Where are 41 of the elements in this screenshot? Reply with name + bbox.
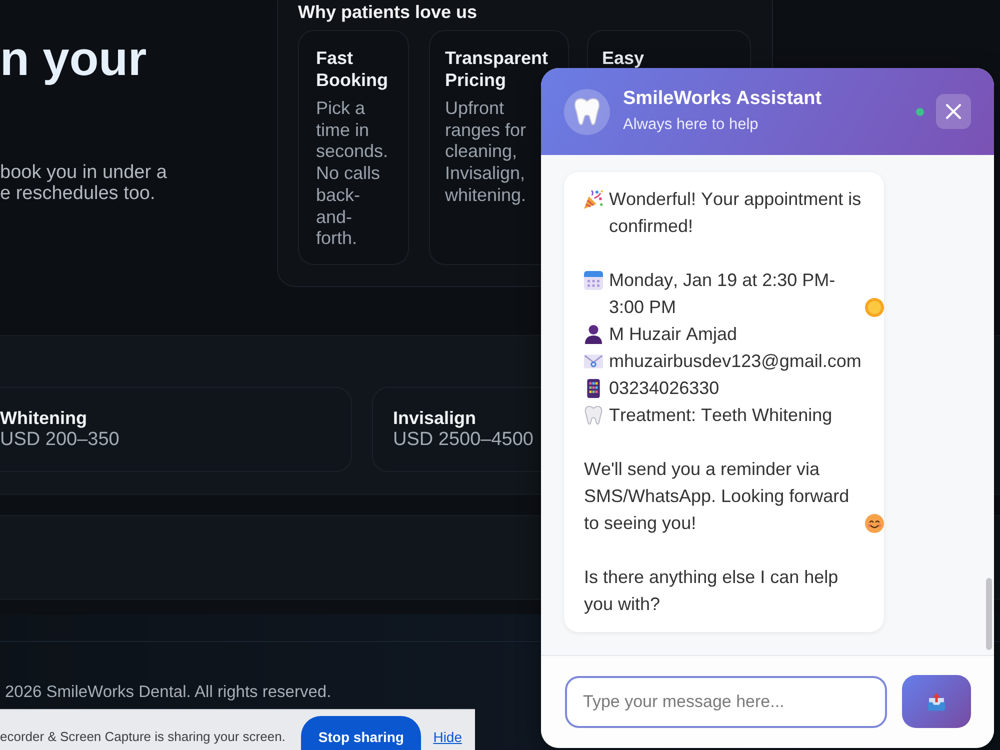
- sun-icon: [864, 298, 884, 317]
- tooth-avatar-icon: [564, 88, 610, 134]
- close-button[interactable]: [936, 94, 971, 129]
- smiling-face-icon: [864, 514, 884, 533]
- message-text: 03234026330: [609, 377, 720, 400]
- feature-title: Easy: [602, 47, 644, 69]
- party-popper-icon: [584, 190, 603, 209]
- service-price: USD 2500–4500: [393, 429, 534, 451]
- hide-link[interactable]: Hide: [433, 728, 462, 746]
- message-text: Wonderful! Your appointment is confirmed!: [609, 188, 862, 238]
- feature-title: Transparent Pricing: [445, 47, 550, 91]
- message-text: M Huzair Amjad: [609, 323, 738, 346]
- feature-description: Pick a time in seconds. No calls back-and-forth.: [316, 98, 390, 250]
- service-name: Whitening: [0, 407, 87, 429]
- calendar-icon: [584, 271, 603, 290]
- hero-description: book you in under a e reschedules too.: [0, 162, 167, 204]
- message-text: Is there anything else I can help you with?: [584, 566, 840, 616]
- send-button[interactable]: [902, 675, 971, 728]
- feature-description: Upfront ranges for cleaning, Invisalign, whitening.: [445, 98, 528, 207]
- copyright-text: 2026 SmileWorks Dental. All rights reserved.: [5, 683, 332, 701]
- feature-title: Fast Booking: [316, 47, 389, 91]
- chat-subtitle: Always here to help: [623, 115, 758, 135]
- envelope-icon: [584, 352, 603, 371]
- outbox-tray-icon: [928, 692, 945, 710]
- section-heading: Why patients love us: [298, 2, 478, 22]
- close-icon: [946, 104, 961, 119]
- tooth-icon: [584, 406, 603, 425]
- share-message: ecorder & Screen Capture is sharing your screen.: [0, 728, 286, 746]
- service-name: Invisalign: [393, 407, 476, 429]
- chat-title: SmileWorks Assistant: [623, 88, 822, 110]
- message-text: mhuzairbusdev123@gmail.com: [609, 350, 862, 373]
- message-text: We'll send you a reminder via SMS/WhatsApp. Looking forward to seeing you!: [584, 458, 850, 535]
- stop-sharing-button[interactable]: Stop sharing: [301, 716, 422, 750]
- message-text: Monday, Jan 19 at 2:30 PM-3:00 PM: [609, 269, 836, 319]
- person-icon: [584, 325, 603, 344]
- message-text: Treatment: Teeth Whitening: [609, 404, 832, 427]
- scrollbar-thumb[interactable]: [986, 578, 992, 650]
- service-price: USD 200–350: [0, 429, 120, 451]
- phone-icon: [584, 379, 603, 398]
- hero-heading: n your: [0, 32, 147, 88]
- message-input[interactable]: Type your message here...: [565, 676, 887, 728]
